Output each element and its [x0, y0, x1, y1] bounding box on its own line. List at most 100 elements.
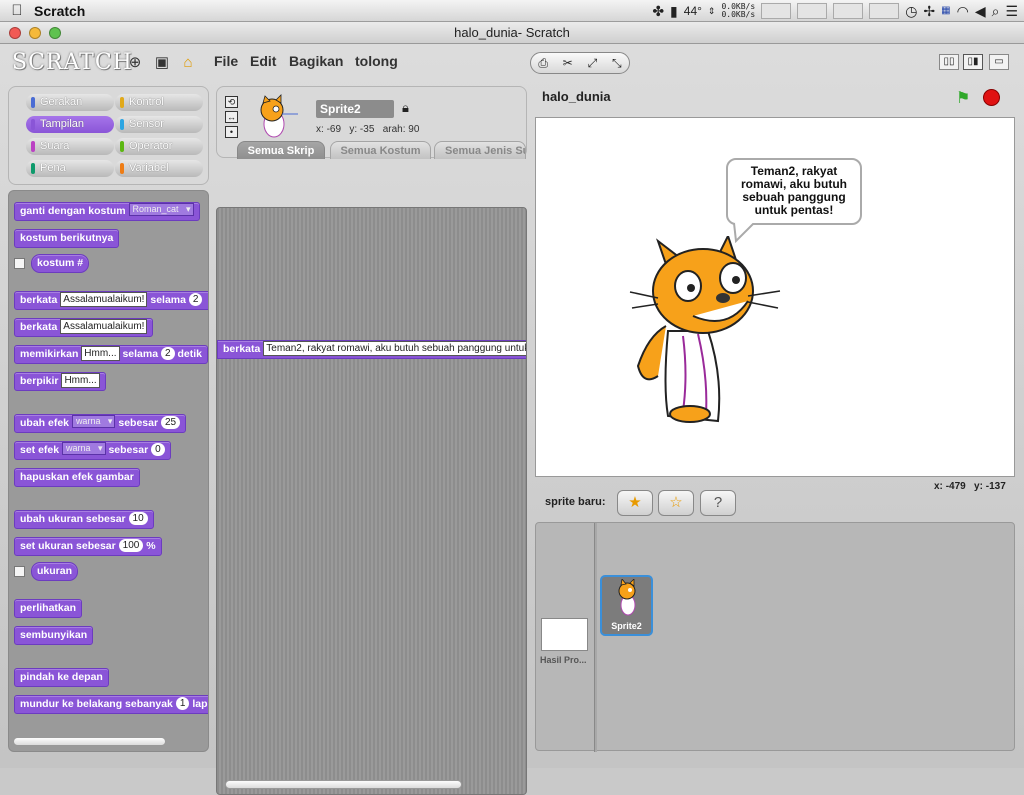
category-motion[interactable]: Gerakan [26, 94, 114, 111]
set-effect-input[interactable]: 0 [151, 443, 165, 456]
script-say-block[interactable]: berkata Teman2, rakyat romawi, aku butuh… [217, 340, 526, 359]
script-area-scrollbar[interactable] [225, 780, 462, 789]
category-pen[interactable]: Pena [26, 160, 114, 177]
spotlight-search-icon[interactable]: ⌕ [992, 4, 1000, 18]
block-think-for-secs[interactable]: memikirkan Hmm... selama 2 detik [14, 345, 208, 364]
script-say-text-input[interactable]: Teman2, rakyat romawi, aku butuh sebuah … [263, 341, 526, 356]
tab-costumes[interactable]: Semua Kostum [330, 141, 431, 159]
sprite-list-panel[interactable]: Hasil Pro... Sprite2 [535, 522, 1015, 752]
change-effect-input[interactable]: 25 [161, 416, 181, 429]
block-switch-costume[interactable]: ganti dengan kostum Roman_cat [14, 202, 200, 221]
delete-scissors-icon[interactable]: ✂ [563, 56, 573, 70]
think-secs-input[interactable]: 2 [160, 347, 175, 360]
roman-cat-sprite[interactable] [628, 236, 788, 426]
block-set-size[interactable]: set ukuran sebesar 100 % [14, 537, 162, 556]
net-meter[interactable] [869, 3, 900, 19]
say-text-input[interactable]: Assalamualaikum! [60, 292, 148, 307]
back-layers-input[interactable]: 1 [175, 697, 190, 710]
tab-scripts[interactable]: Semua Skrip [237, 141, 325, 159]
palette-scrollbar[interactable] [13, 737, 166, 746]
size-checkbox[interactable] [14, 566, 25, 577]
category-sound[interactable]: Suara [26, 138, 114, 155]
block-clear-effects[interactable]: hapuskan efek gambar [14, 468, 140, 487]
close-window-button[interactable] [9, 27, 21, 39]
tab-sounds[interactable]: Semua Jenis Suara [434, 141, 526, 159]
lock-icon[interactable]: 🔒︎ [402, 100, 409, 116]
random-sprite-button[interactable]: ? [700, 490, 736, 516]
set-effect-dropdown[interactable]: warna [62, 442, 106, 455]
script-area[interactable]: berkata Teman2, rakyat romawi, aku butuh… [216, 207, 527, 795]
menu-edit[interactable]: Edit [250, 53, 276, 69]
category-variables[interactable]: Variabel [115, 160, 203, 177]
duplicate-stamp-icon[interactable]: ⎙ [538, 56, 548, 71]
save-icon[interactable]: ▣ [153, 54, 171, 72]
paint-new-sprite-button[interactable]: ★ [617, 490, 653, 516]
green-flag-icon[interactable]: ⚑ [956, 88, 970, 108]
cpu-meter[interactable] [761, 3, 792, 19]
share-home-icon[interactable]: ⌂ [179, 54, 197, 72]
temperature-readout[interactable]: 44° [684, 4, 702, 18]
wifi-icon[interactable]: ◠ [957, 4, 969, 18]
block-set-effect[interactable]: set efek warna sebesar 0 [14, 441, 171, 460]
normal-layout-button[interactable]: ▯▮ [963, 54, 983, 70]
block-hide[interactable]: sembunyikan [14, 626, 94, 645]
costume-dropdown[interactable]: Roman_cat [128, 203, 194, 216]
bookmark-icon[interactable]: ▮ [670, 4, 678, 18]
presentation-mode-button[interactable]: ▭ [989, 54, 1009, 70]
say-secs-input[interactable]: 2 [188, 293, 203, 306]
sprite-tile-sprite2[interactable]: Sprite2 [600, 575, 653, 636]
net-speed[interactable]: 0.0KB/s 0.0KB/s [721, 3, 755, 19]
zoom-window-button[interactable] [49, 27, 61, 39]
costume-number-checkbox[interactable] [14, 258, 25, 269]
stage-thumbnail[interactable] [541, 618, 588, 651]
think-text-input[interactable]: Hmm... [81, 346, 120, 361]
grow-sprite-icon[interactable]: ⤢ [588, 56, 598, 71]
block-next-costume[interactable]: kostum berikutnya [14, 229, 120, 248]
block-say[interactable]: berkata Assalamualaikum! [14, 318, 154, 337]
block-say-for-secs[interactable]: berkata Assalamualaikum! selama 2 [14, 291, 208, 310]
notification-center-icon[interactable]: ☰ [1005, 4, 1018, 18]
block-change-effect[interactable]: ubah efek warna sebesar 25 [14, 414, 187, 433]
stop-sign-icon[interactable] [983, 89, 1000, 106]
menu-help[interactable]: tolong [355, 53, 398, 69]
minimize-window-button[interactable] [29, 27, 41, 39]
no-rotate-icon[interactable]: • [225, 126, 238, 138]
choose-sprite-file-button[interactable]: ☆ [658, 490, 694, 516]
block-change-size[interactable]: ubah ukuran sebesar 10 [14, 510, 154, 529]
block-show[interactable]: perlihatkan [14, 599, 83, 618]
menu-share[interactable]: Bagikan [289, 53, 343, 69]
x-label: x: [316, 124, 324, 135]
category-control[interactable]: Kontrol [115, 94, 203, 111]
bluetooth-icon[interactable]: ✢ [923, 4, 935, 18]
block-size-reporter[interactable]: ukuran [31, 562, 79, 581]
menu-file[interactable]: File [214, 53, 238, 69]
time-machine-icon[interactable]: ◷ [905, 4, 917, 18]
effect-dropdown[interactable]: warna [71, 415, 116, 428]
left-right-flip-icon[interactable]: ↔ [225, 111, 238, 123]
mem-meter[interactable] [797, 3, 828, 19]
block-costume-number[interactable]: kostum # [31, 254, 90, 273]
fan-icon[interactable]: ✤ [652, 4, 664, 18]
volume-icon[interactable]: ◀ [975, 4, 986, 18]
category-operators[interactable]: Operator [115, 138, 203, 155]
small-stage-layout-button[interactable]: ▯▯ [939, 54, 959, 70]
shrink-sprite-icon[interactable]: ⤡ [612, 56, 622, 71]
language-globe-icon[interactable]: ⊕ [126, 54, 144, 72]
block-think[interactable]: berpikir Hmm... [14, 372, 106, 391]
block-palette[interactable]: ganti dengan kostum Roman_cat kostum ber… [8, 190, 209, 752]
flag-icon[interactable]: ▦ [941, 4, 950, 18]
block-go-back-layers[interactable]: mundur ke belakang sebanyak 1 lapis [14, 695, 208, 714]
category-sensing[interactable]: Sensor [115, 116, 203, 133]
change-size-input[interactable]: 10 [128, 512, 148, 525]
apple-icon[interactable]:  [0, 2, 34, 19]
category-looks[interactable]: Tampilan [26, 116, 114, 133]
sprite-name-field[interactable]: Sprite2 [316, 100, 394, 118]
rotate-all-around-icon[interactable]: ⟲ [225, 96, 238, 108]
think2-text-input[interactable]: Hmm... [61, 373, 100, 388]
set-size-input[interactable]: 100 [118, 539, 144, 552]
app-name[interactable]: Scratch [34, 3, 85, 19]
disk-meter[interactable] [833, 3, 864, 19]
say2-text-input[interactable]: Assalamualaikum! [60, 319, 148, 334]
block-go-to-front[interactable]: pindah ke depan [14, 668, 109, 687]
stage-canvas[interactable]: Teman2, rakyat romawi, aku butuh sebuah … [535, 117, 1015, 477]
